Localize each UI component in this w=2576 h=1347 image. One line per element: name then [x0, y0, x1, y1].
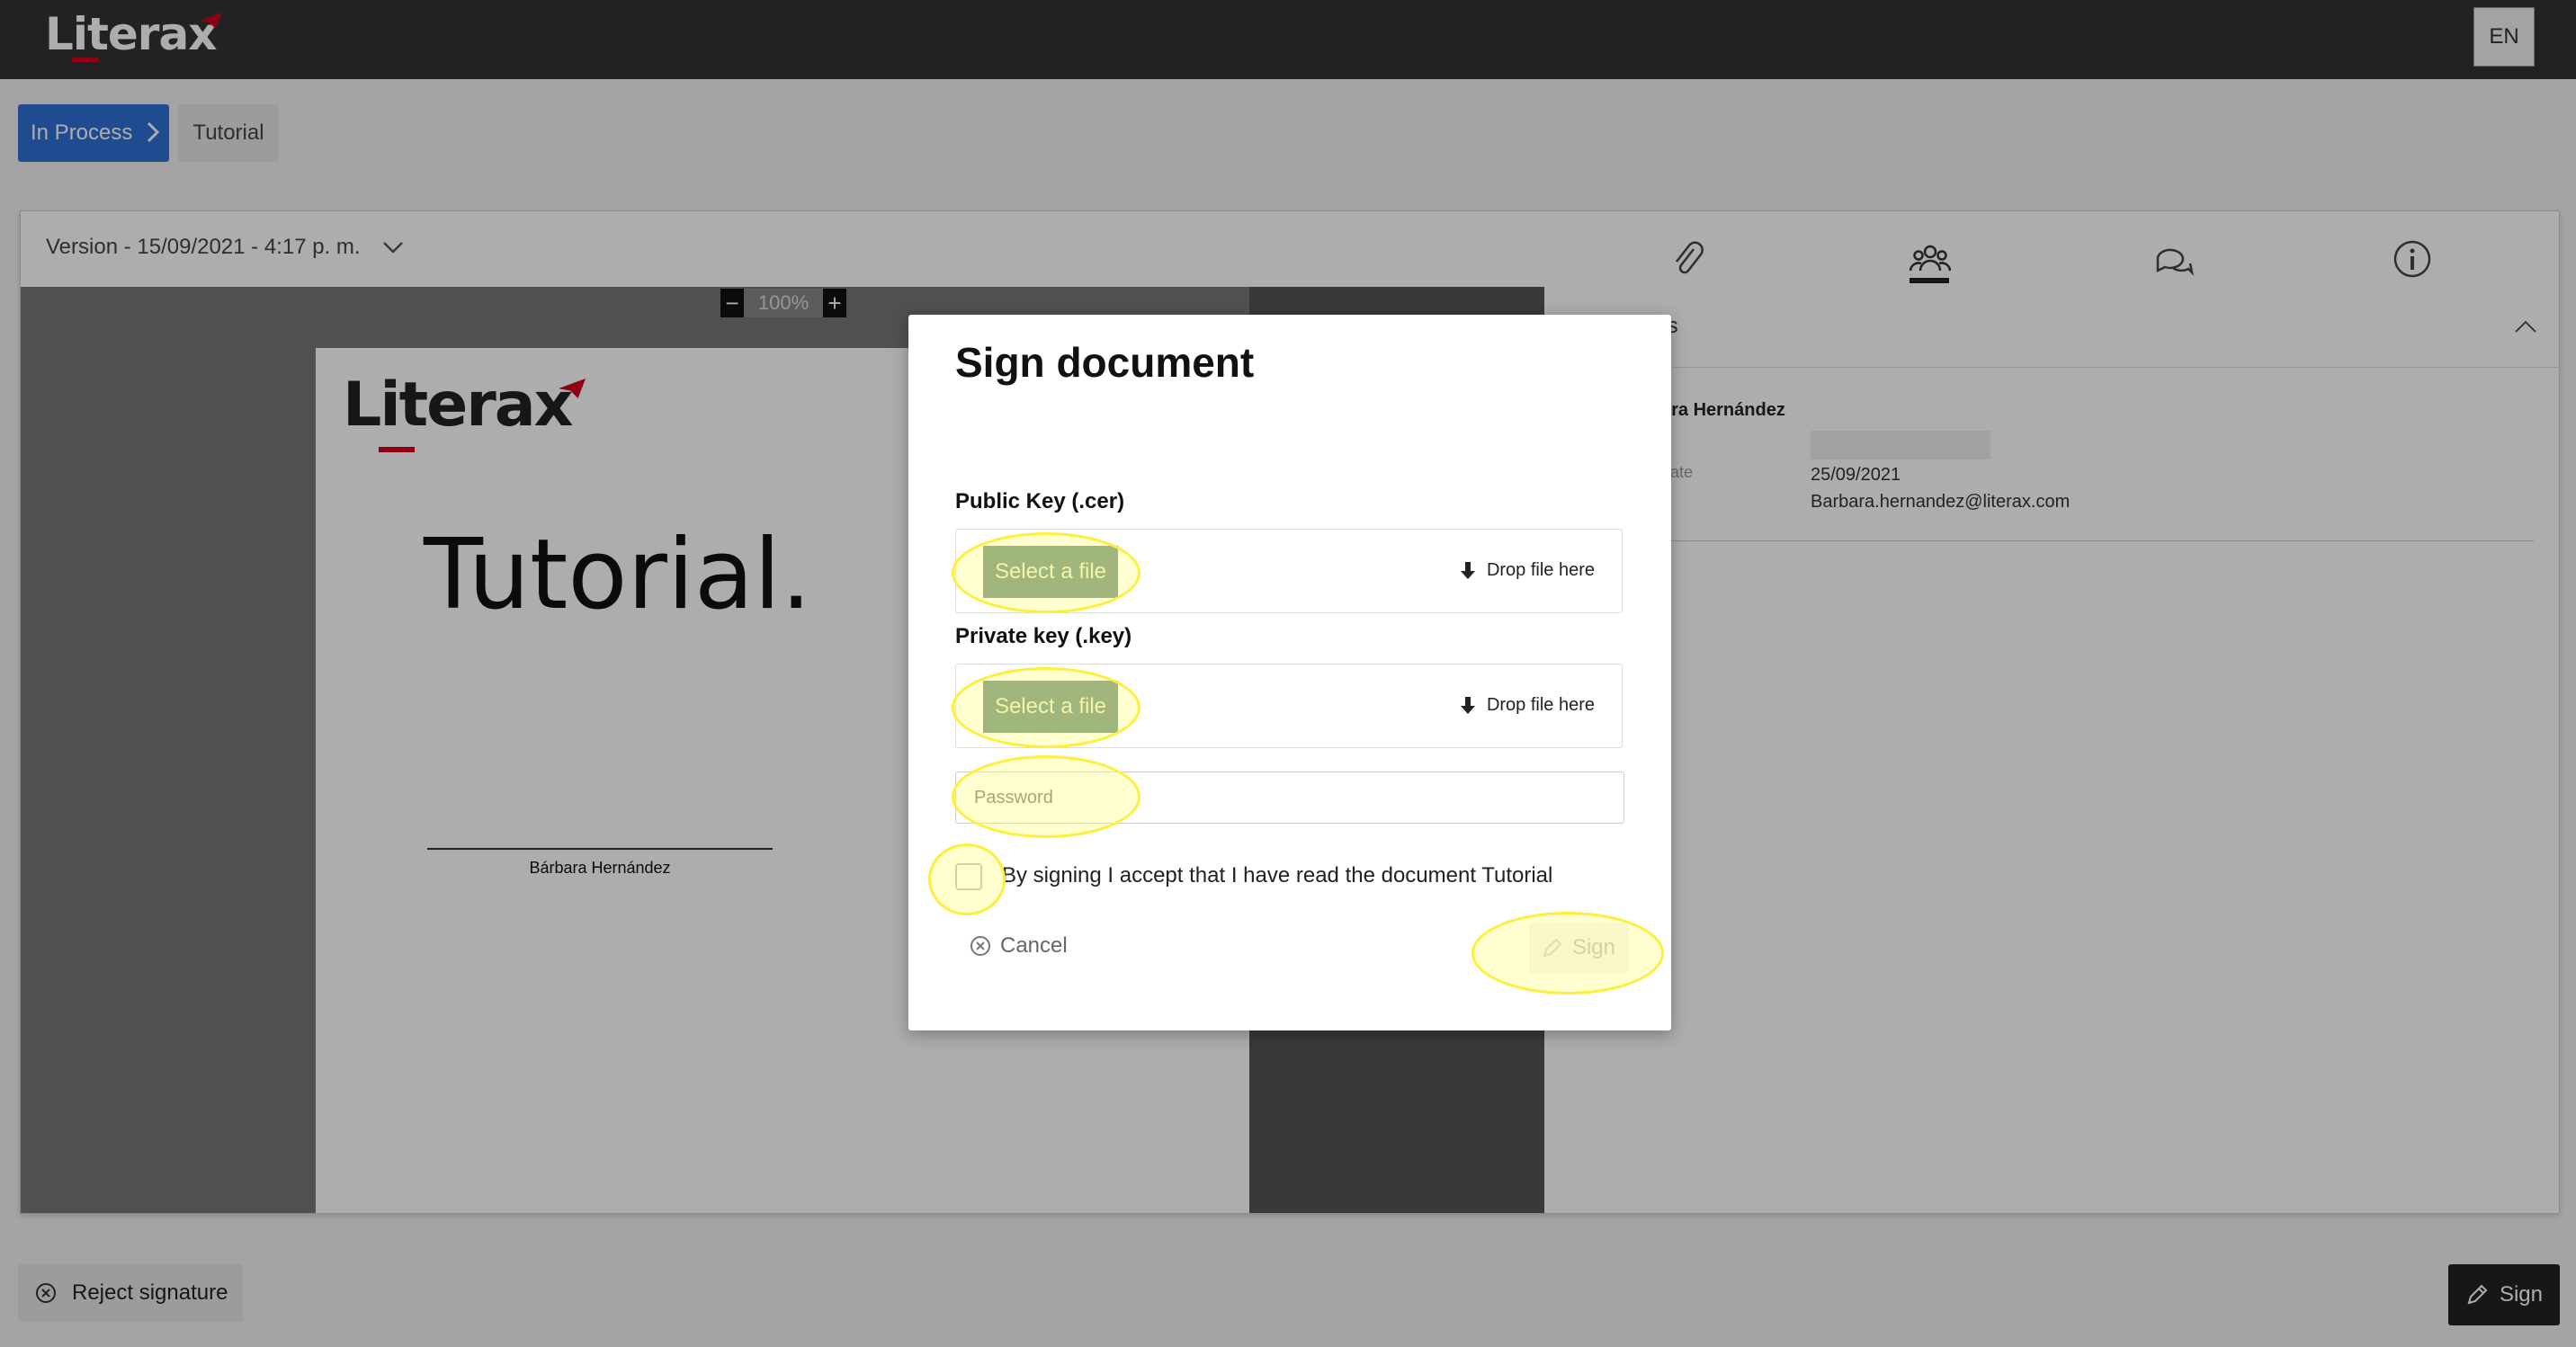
dialog-sign-button[interactable]: Sign: [1529, 923, 1628, 973]
private-key-select-button[interactable]: Select a file: [983, 681, 1118, 733]
cancel-label: Cancel: [1000, 933, 1068, 958]
download-arrow-icon: [1460, 696, 1475, 714]
drop-hint: Drop file here: [1460, 560, 1595, 581]
accept-label: By signing I accept that I have read the…: [1002, 863, 1553, 888]
accept-checkbox[interactable]: [955, 863, 982, 890]
private-key-dropzone[interactable]: Select a file Drop file here: [955, 664, 1623, 748]
dialog-sign-label: Sign: [1571, 935, 1616, 959]
drop-hint-text: Drop file here: [1486, 560, 1595, 580]
cancel-button[interactable]: Cancel: [970, 933, 1068, 959]
public-key-select-button[interactable]: Select a file: [983, 546, 1118, 598]
sign-document-dialog: Sign document Public Key (.cer) Select a…: [908, 315, 1671, 1030]
password-field[interactable]: [955, 772, 1624, 824]
drop-hint: Drop file here: [1460, 695, 1595, 716]
pen-icon: [1543, 938, 1562, 958]
download-arrow-icon: [1460, 561, 1475, 579]
private-key-label: Private key (.key): [955, 624, 1132, 648]
public-key-label: Public Key (.cer): [955, 489, 1125, 513]
public-key-dropzone[interactable]: Select a file Drop file here: [955, 529, 1623, 613]
drop-hint-text: Drop file here: [1486, 695, 1595, 715]
close-circle-icon: [970, 936, 990, 956]
dialog-title: Sign document: [955, 339, 1255, 386]
